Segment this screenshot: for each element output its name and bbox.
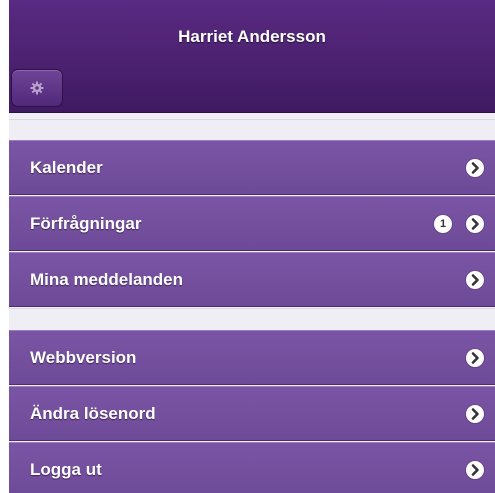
menu-item-andra-losenord[interactable]: Ändra lösenord — [9, 386, 495, 441]
count-badge: 1 — [434, 215, 452, 233]
menu-item-label: Mina meddelanden — [30, 270, 184, 289]
menu-item-label: Ändra lösenord — [30, 404, 156, 423]
menu-item-label: Kalender — [30, 158, 103, 177]
menu-item-label: Logga ut — [30, 460, 102, 479]
chevron-right-icon — [466, 215, 484, 233]
chevron-right-icon — [466, 349, 484, 367]
chevron-right-icon — [466, 461, 484, 479]
menu-item-label: Webbversion — [30, 348, 137, 367]
menu-item-forfragningar[interactable]: Förfrågningar 1 — [9, 196, 495, 251]
chevron-right-icon — [466, 271, 484, 289]
menu-group-separator — [9, 308, 495, 331]
menu-item-kalender[interactable]: Kalender — [9, 140, 495, 195]
gear-icon — [30, 81, 44, 95]
menu-group-separator — [9, 119, 495, 141]
menu-item-label: Förfrågningar — [30, 214, 142, 233]
settings-button[interactable] — [11, 69, 63, 107]
menu-item-logga-ut[interactable]: Logga ut — [9, 442, 495, 493]
chevron-right-icon — [466, 405, 484, 423]
menu-item-mina-meddelanden[interactable]: Mina meddelanden — [9, 252, 495, 307]
user-name-title: Harriet Andersson — [178, 27, 326, 46]
chevron-right-icon — [466, 159, 484, 177]
mobile-menu-panel: Harriet Andersson Kalender Förfrågningar… — [9, 0, 495, 493]
menu-item-webbversion[interactable]: Webbversion — [9, 330, 495, 385]
header-bar: Harriet Andersson — [9, 0, 495, 113]
